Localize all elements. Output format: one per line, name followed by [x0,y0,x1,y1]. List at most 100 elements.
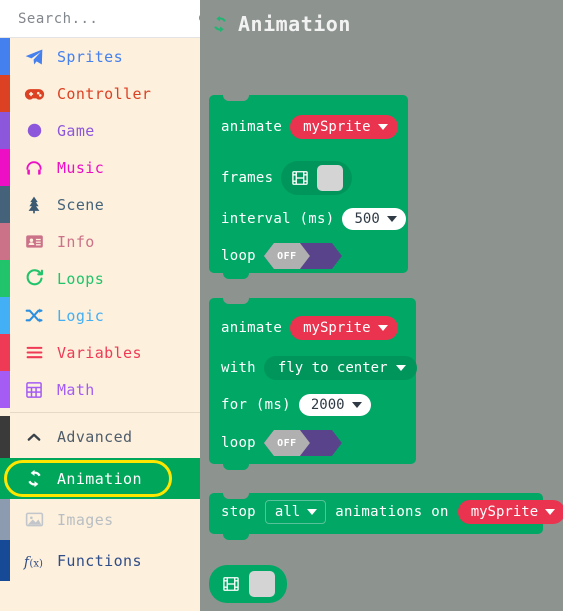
animate-frames-block[interactable]: animate mySprite frames interval (ms) 50… [209,95,408,279]
block-row-interval: interval (ms) 500 [221,208,406,230]
stop-scope-value: all [274,504,301,520]
row-label: interval (ms) [221,211,335,227]
divider-stripe [0,408,10,416]
category-stripe [0,540,10,581]
sidebar-item-loops[interactable]: Loops [0,260,200,297]
block-row-loop: loop OFF [221,243,342,269]
sidebar-divider [0,408,200,416]
sidebar-item-scene[interactable]: Scene [0,186,200,223]
duration-value: 2000 [310,397,345,413]
sidebar-item-functions[interactable]: f (x) Functions [0,540,200,581]
sidebar-item-label: Loops [57,269,105,288]
block-row-for: for (ms) 2000 [221,394,371,416]
search-input[interactable] [18,10,197,27]
sidebar-item-advanced[interactable]: Advanced [0,416,200,458]
animation-icon [210,14,230,34]
category-stripe [0,38,10,75]
frames-picker[interactable] [281,161,353,195]
sprite-dropdown-value: mySprite [303,320,371,336]
row-label: with [221,360,256,376]
paper-plane-icon [21,47,47,67]
row-label: animate [221,320,283,336]
chevron-down-icon [386,216,397,222]
category-stripe [0,260,10,297]
block-flyout: Animation animate mySprite frames interv… [200,0,563,611]
category-stripe [0,297,10,334]
sidebar-item-label: Scene [57,195,105,214]
flyout-title: Animation [200,0,563,36]
row-label: loop [221,248,256,264]
toolbox-sidebar: Sprites Controller [0,0,214,611]
sidebar-item-label: Math [57,380,95,399]
chevron-down-icon [377,124,388,130]
row-label: frames [221,170,274,186]
sprite-dropdown[interactable]: mySprite [457,500,563,524]
sprite-dropdown-value: mySprite [303,119,371,135]
row-label: stop [221,504,256,520]
sidebar-item-variables[interactable]: Variables [0,334,200,371]
sidebar-item-music[interactable]: Music [0,149,200,186]
divider-line [10,411,200,413]
sidebar-item-sprites[interactable]: Sprites [0,38,200,75]
block-row-frames: frames [221,161,353,195]
stop-scope-dropdown[interactable]: all [264,500,327,524]
sprite-dropdown[interactable]: mySprite [290,316,398,340]
sidebar-item-label: Animation [57,469,142,488]
toggle-state-label: OFF [277,437,297,449]
refresh-icon [21,268,47,289]
sidebar-item-animation[interactable]: Animation [0,458,200,499]
sidebar-item-math[interactable]: Math [0,371,200,408]
block-row-animate: animate mySprite [221,115,398,139]
loop-toggle[interactable]: OFF [263,430,342,456]
chevron-down-icon [377,325,388,331]
picture-icon [21,509,47,530]
animate-effect-block[interactable]: animate mySprite with fly to center for … [209,298,417,470]
duration-dropdown[interactable]: 2000 [298,394,371,416]
sprite-dropdown-value: mySprite [470,504,539,520]
stop-animations-block[interactable]: stop all animations on mySprite [209,493,563,540]
svg-text:(x): (x) [29,557,43,569]
sidebar-item-controller[interactable]: Controller [0,75,200,112]
flyout-title-label: Animation [238,12,351,36]
tree-icon [21,195,47,215]
circle-icon [21,121,47,140]
category-stripe [0,186,10,223]
chevron-down-icon [395,365,406,371]
frame-swatch[interactable] [249,571,275,597]
sidebar-item-label: Logic [57,306,105,325]
category-stripe [0,334,10,371]
interval-dropdown[interactable]: 500 [342,208,406,230]
sprite-dropdown[interactable]: mySprite [290,115,398,139]
sidebar-item-label: Music [57,158,105,177]
row-label: for (ms) [221,397,291,413]
interval-value: 500 [354,211,380,227]
block-row-stop: stop all animations on mySprite [221,500,563,524]
sidebar-item-images[interactable]: Images [0,499,200,540]
toggle-state-label: OFF [277,250,297,262]
chevron-down-icon [307,509,318,515]
effect-dropdown[interactable]: fly to center [263,356,417,380]
category-stripe [0,416,10,458]
animation-icon [21,468,47,489]
sidebar-item-logic[interactable]: Logic [0,297,200,334]
category-stripe [0,371,10,408]
function-icon: f (x) [21,550,47,572]
sidebar-item-game[interactable]: Game [0,112,200,149]
sidebar-item-label: Sprites [57,47,124,66]
sidebar-item-label: Game [57,121,95,140]
frames-reporter-block[interactable] [209,565,287,603]
frame-swatch[interactable] [317,165,344,191]
block-row-loop: loop OFF [221,430,342,456]
calculator-icon [21,380,47,400]
loop-toggle[interactable]: OFF [263,243,342,269]
sidebar-item-label: Variables [57,343,142,362]
search-bar[interactable] [0,0,214,38]
category-stripe [0,499,10,540]
sidebar-item-info[interactable]: Info [0,223,200,260]
chevron-up-icon [21,428,47,446]
category-stripe [0,149,10,186]
chevron-down-icon [545,509,556,515]
gamepad-icon [21,83,47,104]
sidebar-item-label: Advanced [57,428,133,446]
film-icon [290,168,310,188]
